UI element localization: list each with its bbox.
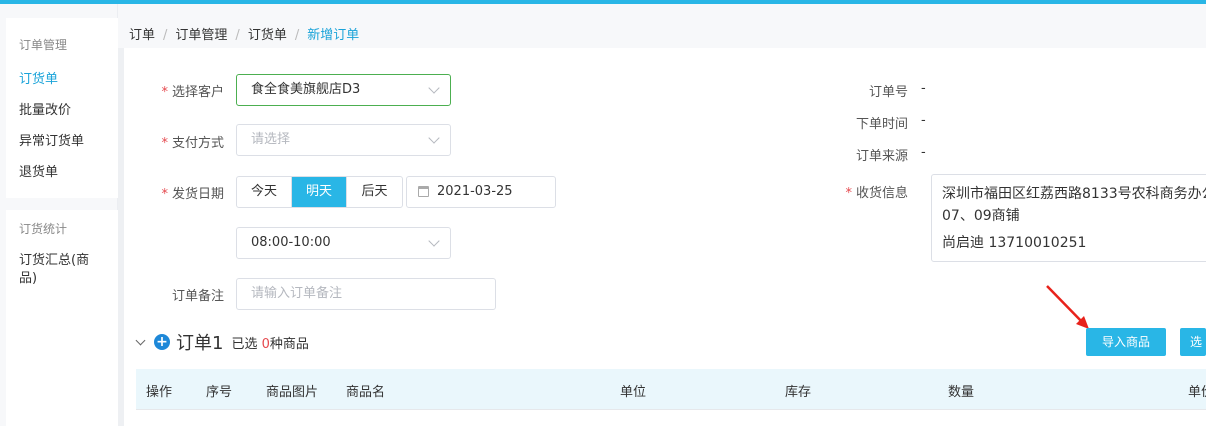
time-slot-select[interactable]: 08:00-10:00 xyxy=(236,227,451,259)
ship-date-value: 2021-03-25 xyxy=(437,184,513,199)
order-no-value: - xyxy=(921,81,926,96)
remark-input[interactable]: 请输入订单备注 xyxy=(236,278,496,310)
column-header: 单位 xyxy=(620,385,647,400)
product-table-header: 操作 序号 商品图片 商品名 单位 库存 数量 单价 xyxy=(136,369,1206,409)
receive-info-box[interactable]: 深圳市福田区红荔西路8133号农科商务办公 07、09商铺 尚启迪 137100… xyxy=(931,174,1206,262)
sidebar-item-order-summary[interactable]: 订货汇总(商品) xyxy=(19,252,107,288)
contact-info: 尚启迪 13710010251 xyxy=(942,235,1087,251)
sidebar-item-order[interactable]: 订货单 xyxy=(19,68,58,87)
address-line: 07、09商铺 xyxy=(942,208,1020,224)
ship-date-quick-select: 今天 明天 后天 xyxy=(236,176,403,208)
sidebar-section-order-stats: 订货统计 订货汇总(商品) xyxy=(6,210,118,426)
sidebar-section-title: 订单管理 xyxy=(19,38,68,52)
payment-select[interactable]: 请选择 xyxy=(236,124,451,156)
column-header: 商品图片 xyxy=(266,385,319,400)
breadcrumb-bar: 订单 / 订单管理 / 订货单 / 新增订单 xyxy=(118,4,1206,48)
table-divider xyxy=(136,409,1206,410)
breadcrumb-item[interactable]: 订单管理 xyxy=(175,28,227,43)
ship-date-label: * 发货日期 xyxy=(161,187,224,202)
time-slot-value: 08:00-10:00 xyxy=(251,235,331,250)
main-content: * 选择客户 食全食美旗舰店D3 * 支付方式 请选择 * 发货日期 今天 明天 后天… xyxy=(124,48,1206,426)
customer-select[interactable]: 食全食美旗舰店D3 xyxy=(236,74,451,106)
select-products-button[interactable]: 选 xyxy=(1180,328,1206,356)
annotation-arrow-icon xyxy=(1046,285,1089,329)
chevron-down-icon xyxy=(428,235,440,247)
remark-label: 订单备注 xyxy=(171,289,224,304)
payment-placeholder: 请选择 xyxy=(251,132,291,147)
column-header: 数量 xyxy=(948,385,975,400)
sidebar-item-abnormal-order[interactable]: 异常订货单 xyxy=(19,130,84,149)
ship-date-day-after-button[interactable]: 后天 xyxy=(347,177,402,207)
ship-date-today-button[interactable]: 今天 xyxy=(237,177,292,207)
column-header: 单价 xyxy=(1188,385,1206,400)
sidebar-section-title: 订货统计 xyxy=(19,222,68,236)
column-header: 库存 xyxy=(785,385,812,400)
selected-count-text: 已选 0种商品 xyxy=(231,336,309,352)
column-header: 序号 xyxy=(206,385,233,400)
receive-info-label: * 收货信息 xyxy=(845,186,908,201)
calendar-icon xyxy=(418,186,429,197)
ship-date-picker[interactable]: 2021-03-25 xyxy=(406,176,556,208)
order-section-header: + 订单1 已选 0种商品 xyxy=(136,330,309,354)
breadcrumb-current: 新增订单 xyxy=(307,28,360,43)
column-header: 商品名 xyxy=(346,385,386,400)
sidebar: 订单管理 订货单 批量改价 异常订货单 退货单 订货统计 订货汇总(商品) xyxy=(0,4,118,426)
order-source-label: 订单来源 xyxy=(855,149,908,164)
order-time-value: - xyxy=(921,113,926,128)
breadcrumb-item[interactable]: 订货单 xyxy=(248,28,287,43)
order-no-label: 订单号 xyxy=(868,85,908,100)
sidebar-item-return[interactable]: 退货单 xyxy=(19,161,58,180)
ship-date-tomorrow-button[interactable]: 明天 xyxy=(292,177,347,207)
chevron-down-icon xyxy=(428,82,440,94)
customer-label: * 选择客户 xyxy=(161,85,224,100)
sidebar-item-batch-price[interactable]: 批量改价 xyxy=(19,99,71,118)
add-circle-icon[interactable]: + xyxy=(154,334,170,350)
breadcrumb-item[interactable]: 订单 xyxy=(129,28,155,43)
sidebar-section-order-management: 订单管理 订货单 批量改价 异常订货单 退货单 xyxy=(6,18,118,198)
order-time-label: 下单时间 xyxy=(855,117,908,132)
import-products-button[interactable]: 导入商品 xyxy=(1086,328,1166,356)
payment-label: * 支付方式 xyxy=(161,136,224,151)
order-title: 订单1 xyxy=(176,333,224,354)
order-source-value: - xyxy=(921,145,926,160)
selected-count: 0 xyxy=(261,336,270,352)
chevron-down-icon xyxy=(428,132,440,144)
breadcrumb: 订单 / 订单管理 / 订货单 / 新增订单 xyxy=(129,28,360,43)
column-header: 操作 xyxy=(146,385,173,400)
customer-value: 食全食美旗舰店D3 xyxy=(251,82,361,97)
collapse-icon[interactable] xyxy=(136,337,146,347)
address-line: 深圳市福田区红荔西路8133号农科商务办公 xyxy=(942,186,1206,202)
